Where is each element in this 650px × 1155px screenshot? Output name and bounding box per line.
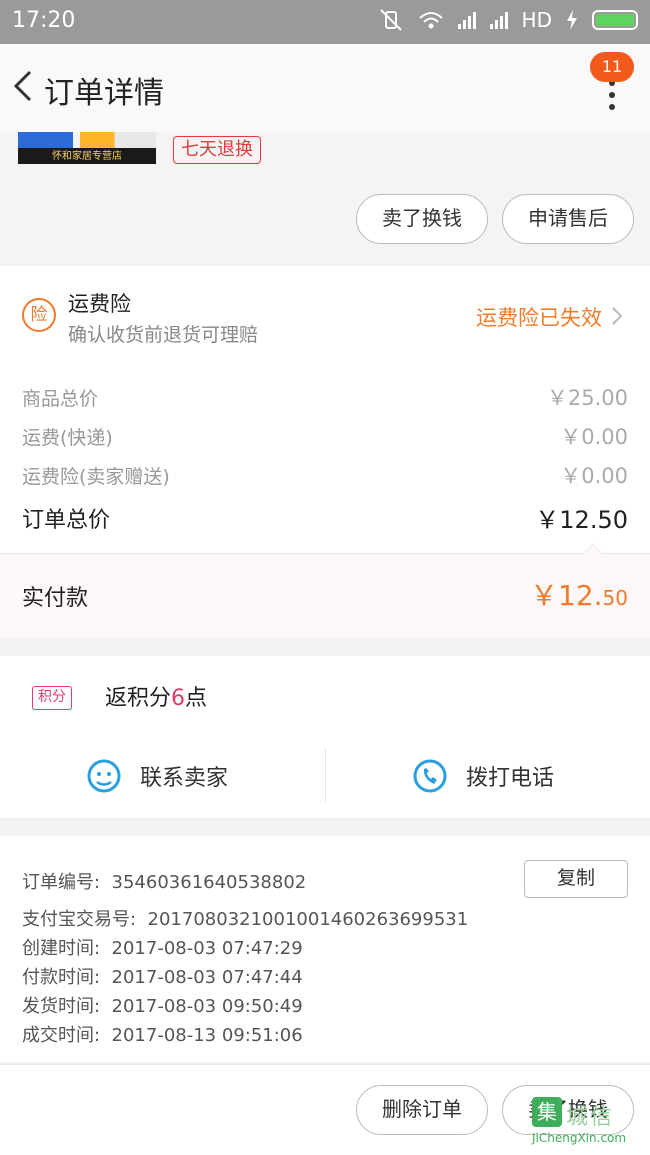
contact-seller-label: 联系卖家 xyxy=(140,766,229,791)
insurance-status[interactable]: 运费险已失效 xyxy=(476,302,602,332)
divider xyxy=(325,748,326,802)
info-line-shipped: 发货时间: 2017-08-03 09:50:49 xyxy=(22,996,303,1017)
info-line-paid: 付款时间: 2017-08-03 07:47:44 xyxy=(22,967,303,988)
more-icon[interactable] xyxy=(608,80,616,110)
watermark-logo: 集 城信 JiChengXin.com xyxy=(532,1097,644,1149)
price-value: ￥25.00 xyxy=(546,386,628,410)
store-name: 怀和家居专营店 xyxy=(52,151,122,162)
insurance-title: 运费险 xyxy=(68,292,131,316)
price-value: ￥0.00 xyxy=(560,425,628,449)
info-line-order-no: 订单编号: 35460361640538802 xyxy=(22,872,307,893)
caret-up-icon xyxy=(582,543,604,555)
price-label: 商品总价 xyxy=(22,387,99,410)
price-row-goods: 商品总价 ￥25.00 xyxy=(22,382,628,412)
status-time: 17:20 xyxy=(12,8,76,33)
price-label: 运费(快递) xyxy=(22,426,113,449)
delete-order-button[interactable]: 删除订单 xyxy=(356,1085,488,1135)
price-row-shipping: 运费(快递) ￥0.00 xyxy=(22,421,628,451)
after-sale-button[interactable]: 申请售后 xyxy=(502,194,634,244)
points-number: 6 xyxy=(171,686,186,711)
contact-seller-button[interactable]: 联系卖家 xyxy=(86,748,228,804)
status-icons: HD xyxy=(378,8,638,32)
charging-icon xyxy=(567,10,577,30)
paid-amount-row: 实付款 ￥12.50 xyxy=(0,543,650,638)
price-value: ￥0.00 xyxy=(560,464,628,488)
notification-badge: 11 xyxy=(590,52,634,82)
order-total-row: 订单总价 ￥12.50 xyxy=(22,500,628,535)
order-total-label: 订单总价 xyxy=(22,507,111,533)
info-line-closed: 成交时间: 2017-08-13 09:51:06 xyxy=(22,1025,303,1046)
points-contact-card: 积分 返积分6点 联系卖家 拨打电话 xyxy=(0,656,650,818)
price-card: 险 运费险 确认收货前退货可理赔 运费险已失效 商品总价 ￥25.00 运费(快… xyxy=(0,266,650,553)
product-thumbnail[interactable]: 怀和家居专营店 xyxy=(18,132,156,164)
order-number: 35460361640538802 xyxy=(111,872,307,893)
status-bar: 17:20 HD xyxy=(0,0,650,44)
nav-bar: 订单详情 11 xyxy=(0,44,650,132)
order-info-card: 复制 订单编号: 35460361640538802 支付宝交易号: 20170… xyxy=(0,836,650,1062)
call-button[interactable]: 拨打电话 xyxy=(412,748,554,804)
insurance-icon: 险 xyxy=(22,298,56,332)
back-icon[interactable] xyxy=(8,66,38,106)
battery-icon xyxy=(592,10,638,30)
page-title: 订单详情 xyxy=(44,76,164,111)
call-label: 拨打电话 xyxy=(466,766,555,791)
seven-day-return-tag: 七天退换 xyxy=(173,136,261,164)
phone-icon xyxy=(413,759,447,793)
chat-face-icon xyxy=(87,759,121,793)
price-label: 运费险(卖家赠送) xyxy=(22,465,170,488)
sell-for-cash-button[interactable]: 卖了换钱 xyxy=(356,194,488,244)
info-line-created: 创建时间: 2017-08-03 07:47:29 xyxy=(22,938,303,959)
price-row-insurance: 运费险(卖家赠送) ￥0.00 xyxy=(22,460,628,490)
points-tag: 积分 xyxy=(32,686,72,710)
signal-icon-2 xyxy=(489,11,508,29)
order-total-value: ￥12.50 xyxy=(535,506,628,534)
insurance-subtitle: 确认收货前退货可理赔 xyxy=(68,324,259,346)
bottom-action-bar: 删除订单 卖了换钱 集 城信 JiChengXin.com xyxy=(0,1064,650,1155)
mute-vibrate-icon xyxy=(379,9,402,31)
paid-label: 实付款 xyxy=(22,586,89,611)
chevron-right-icon[interactable] xyxy=(610,306,624,326)
paid-value: ￥12.50 xyxy=(530,579,628,612)
goods-section: 怀和家居专营店 七天退换 卖了换钱 申请售后 xyxy=(0,132,650,264)
wifi-icon xyxy=(418,12,443,29)
copy-button[interactable]: 复制 xyxy=(524,860,628,898)
network-type: HD xyxy=(521,8,552,32)
alipay-trade-number: 2017080321001001460263699531 xyxy=(147,909,469,930)
points-text: 返积分6点 xyxy=(105,686,208,711)
info-line-alipay-no: 支付宝交易号: 2017080321001001460263699531 xyxy=(22,909,469,930)
signal-icon xyxy=(457,11,476,29)
